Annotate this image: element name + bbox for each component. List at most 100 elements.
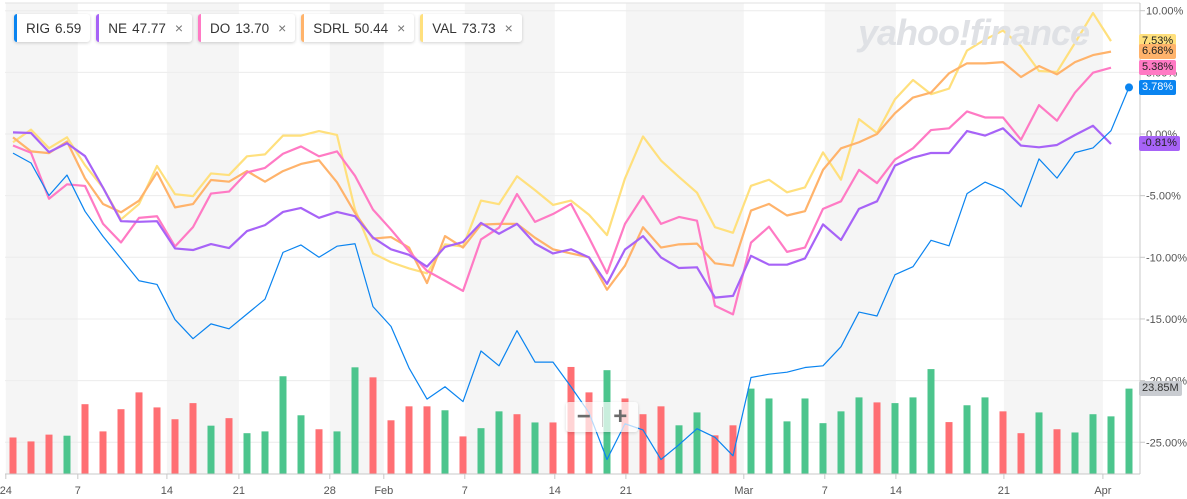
x-tick-label: 14 xyxy=(890,485,902,497)
zoom-controls: − + xyxy=(566,402,638,432)
volume-bar xyxy=(63,435,71,474)
volume-bar xyxy=(765,398,773,474)
zoom-out-button[interactable]: − xyxy=(566,402,602,432)
x-tick-label: Apr xyxy=(1094,485,1111,497)
volume-bar xyxy=(999,411,1007,474)
volume-bar xyxy=(639,414,647,474)
volume-bar xyxy=(153,407,161,474)
volume-bar xyxy=(9,437,17,474)
volume-bar xyxy=(279,376,287,474)
volume-bar xyxy=(1107,416,1115,474)
volume-bar xyxy=(189,403,197,474)
volume-bar xyxy=(513,414,521,474)
volume-bar xyxy=(1071,432,1079,474)
volume-bar xyxy=(909,397,917,474)
volume-bar xyxy=(243,433,251,474)
volume-bar xyxy=(351,367,359,474)
volume-bar xyxy=(657,406,665,474)
volume-bar xyxy=(387,420,395,474)
volume-bar xyxy=(945,422,953,474)
y-tick-label: 10.00% xyxy=(1146,6,1184,18)
legend-price: 13.70 xyxy=(235,20,270,36)
close-icon[interactable]: × xyxy=(505,20,513,36)
legend-symbol: SDRL xyxy=(313,20,350,36)
rig-last-point xyxy=(1125,83,1133,92)
volume-bar xyxy=(441,410,449,474)
x-tick-label: 21 xyxy=(620,485,632,497)
legend-symbol: RIG xyxy=(26,20,51,36)
volume-bar xyxy=(891,403,899,474)
volume-bar xyxy=(99,431,107,474)
volume-bar xyxy=(495,411,503,474)
volume-bar xyxy=(855,397,863,474)
legend-chip-ne[interactable]: NE 47.77 × xyxy=(96,14,193,42)
legend-chip-val[interactable]: VAL 73.73 × xyxy=(420,14,522,42)
close-icon[interactable]: × xyxy=(397,20,405,36)
legend-chip-rig[interactable]: RIG 6.59 xyxy=(14,14,91,42)
volume-bar xyxy=(873,402,881,474)
x-tick-label: 24 xyxy=(0,485,12,497)
volume-bar xyxy=(297,415,305,474)
legend: RIG 6.59 NE 47.77 × DO 13.70 × SDRL 50.4… xyxy=(14,14,522,42)
volume-bar xyxy=(837,411,845,474)
close-icon[interactable]: × xyxy=(175,20,183,36)
value-tag-sdrl: 6.68% xyxy=(1139,44,1177,60)
legend-symbol: VAL xyxy=(432,20,457,36)
value-tag-ne: -0.81% xyxy=(1139,136,1180,152)
volume-bar xyxy=(135,392,143,474)
value-tag-do: 5.38% xyxy=(1139,60,1177,76)
volume-bar xyxy=(477,428,485,474)
x-tick-label: 21 xyxy=(998,485,1010,497)
volume-bar xyxy=(27,441,35,474)
volume-bar xyxy=(531,422,539,474)
legend-price: 73.73 xyxy=(461,20,496,36)
volume-bar xyxy=(1053,429,1061,474)
volume-bar xyxy=(675,425,683,474)
y-tick-label: -25.00% xyxy=(1146,437,1187,449)
y-tick-label: -10.00% xyxy=(1146,252,1187,264)
legend-chip-sdrl[interactable]: SDRL 50.44 × xyxy=(301,14,415,42)
volume-bar xyxy=(81,404,89,474)
x-tick-label: Mar xyxy=(734,485,753,497)
legend-price: 6.59 xyxy=(55,20,82,36)
week-band xyxy=(166,3,239,474)
x-tick-label: 14 xyxy=(161,485,173,497)
x-tick-label: 7 xyxy=(75,485,81,497)
volume-bar xyxy=(1125,388,1133,474)
volume-bar xyxy=(261,431,269,474)
yahoo-finance-watermark: yahoo!finance xyxy=(858,12,1090,53)
legend-symbol: NE xyxy=(108,20,128,36)
legend-chip-do[interactable]: DO 13.70 × xyxy=(198,14,296,42)
legend-price: 47.77 xyxy=(132,20,166,36)
volume-bar xyxy=(819,423,827,474)
volume-bar xyxy=(729,425,737,474)
x-tick-label: 21 xyxy=(233,485,245,497)
volume-bar xyxy=(315,429,323,474)
volume-bar xyxy=(333,431,341,474)
volume-bar xyxy=(747,388,755,474)
week-band xyxy=(464,3,555,474)
y-tick-label: -5.00% xyxy=(1146,191,1181,203)
x-tick-label: 7 xyxy=(822,485,828,497)
volume-bar xyxy=(711,435,719,474)
legend-symbol: DO xyxy=(210,20,231,36)
volume-bar xyxy=(549,422,557,474)
close-icon[interactable]: × xyxy=(278,20,286,36)
volume-bar xyxy=(981,397,989,474)
volume-bar xyxy=(171,419,179,474)
x-tick-label: 28 xyxy=(324,485,336,497)
volume-tag: 23.85M xyxy=(1139,381,1182,397)
volume-bar xyxy=(783,421,791,474)
x-tick-label: Feb xyxy=(374,485,393,497)
zoom-in-button[interactable]: + xyxy=(603,402,639,432)
volume-bar xyxy=(927,369,935,474)
volume-bar xyxy=(693,412,701,474)
volume-bar xyxy=(225,418,233,474)
volume-bar xyxy=(459,436,467,474)
volume-bar xyxy=(405,406,413,474)
week-band xyxy=(625,3,744,474)
x-tick-label: 14 xyxy=(549,485,561,497)
volume-bar xyxy=(369,377,377,474)
volume-bar xyxy=(117,409,125,474)
volume-bar xyxy=(1089,414,1097,474)
